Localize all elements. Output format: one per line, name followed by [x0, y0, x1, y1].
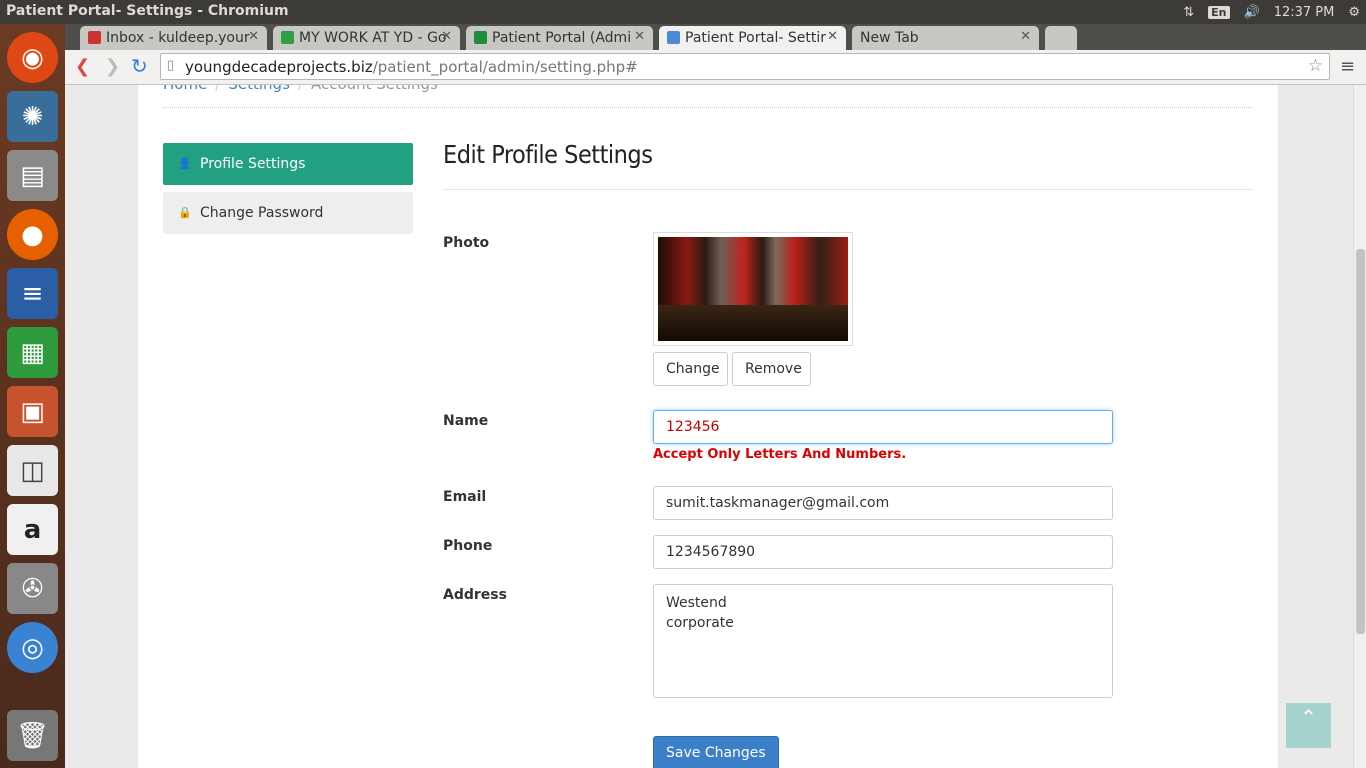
system-settings-icon[interactable]: ✇ — [7, 563, 58, 614]
remove-photo-button[interactable]: Remove — [732, 352, 811, 386]
scrollbar-thumb[interactable] — [1356, 249, 1365, 634]
trash-icon[interactable]: 🗑 — [7, 710, 58, 761]
calc-icon[interactable]: ▦ — [7, 327, 58, 378]
system-top-bar: Patient Portal- Settings - Chromium ⇅ En… — [0, 0, 1366, 24]
page-icon: ▯ — [167, 58, 175, 73]
sidebar-item-change-password[interactable]: 🔒 Change Password — [163, 192, 413, 234]
reload-icon[interactable]: ↻ — [131, 54, 148, 78]
tab-strip: Inbox - kuldeep.your ✕ MY WORK AT YD - Go… — [65, 24, 1366, 50]
new-tab-button[interactable] — [1045, 26, 1077, 50]
app-icon-1[interactable]: ✺ — [7, 91, 58, 142]
tab-inbox[interactable]: Inbox - kuldeep.your ✕ — [80, 26, 267, 50]
tab-new[interactable]: New Tab ✕ — [852, 26, 1039, 50]
firefox-icon[interactable]: ● — [7, 209, 58, 260]
close-icon[interactable]: ✕ — [634, 29, 645, 44]
address-textarea[interactable]: Westend corporate — [653, 584, 1113, 698]
gmail-icon — [88, 31, 101, 44]
drive-icon — [281, 31, 294, 44]
save-changes-button[interactable]: Save Changes — [653, 736, 779, 768]
browser-toolbar: ❮ ❯ ↻ ▯ youngdecadeprojects.biz/patient_… — [65, 50, 1366, 85]
sidebar-item-profile-settings[interactable]: 👤 Profile Settings — [163, 143, 413, 185]
amazon-icon[interactable]: a — [7, 504, 58, 555]
tab-admin[interactable]: Patient Portal (Admi ✕ — [466, 26, 653, 50]
software-center-icon[interactable]: ◫ — [7, 445, 58, 496]
change-photo-button[interactable]: Change — [653, 352, 728, 386]
close-icon[interactable]: ✕ — [827, 29, 838, 44]
phone-input[interactable]: 1234567890 — [653, 535, 1113, 569]
clock[interactable]: 12:37 PM — [1274, 5, 1335, 20]
keyboard-language[interactable]: En — [1208, 5, 1230, 19]
name-input[interactable]: 123456 — [653, 410, 1113, 444]
photo-label: Photo — [443, 235, 490, 251]
user-icon: 👤 — [178, 157, 192, 170]
name-error-message: Accept Only Letters And Numbers. — [653, 447, 907, 462]
scrollbar[interactable] — [1353, 85, 1366, 768]
file-manager-icon[interactable]: ▤ — [7, 150, 58, 201]
tab-drive[interactable]: MY WORK AT YD - Go ✕ — [273, 26, 460, 50]
close-icon[interactable]: ✕ — [248, 29, 259, 44]
close-icon[interactable]: ✕ — [441, 29, 452, 44]
lock-icon: 🔒 — [178, 206, 192, 219]
address-bar[interactable]: ▯ youngdecadeprojects.biz/patient_portal… — [160, 53, 1330, 80]
network-icon[interactable]: ⇅ — [1183, 5, 1194, 20]
divider — [443, 189, 1253, 190]
address-label: Address — [443, 587, 507, 603]
settings-panel: Home/Settings/Account Settings 👤 Profile… — [138, 85, 1278, 768]
page-title: Edit Profile Settings — [443, 140, 653, 169]
sheets-icon — [474, 31, 487, 44]
window-title: Patient Portal- Settings - Chromium — [6, 3, 289, 19]
email-input[interactable]: sumit.taskmanager@gmail.com — [653, 486, 1113, 520]
back-icon[interactable]: ❮ — [75, 56, 90, 77]
breadcrumb-home[interactable]: Home — [163, 85, 207, 93]
tab-settings[interactable]: Patient Portal- Settir ✕ — [659, 26, 846, 50]
star-icon[interactable]: ☆ — [1308, 56, 1323, 76]
divider — [163, 107, 1253, 108]
launcher: ◉ ✺ ▤ ● ≡ ▦ ▣ ◫ a ✇ ◎ 🗑 — [0, 24, 65, 768]
close-icon[interactable]: ✕ — [1020, 29, 1031, 44]
name-label: Name — [443, 413, 489, 429]
profile-photo — [653, 232, 853, 346]
settings-gear-icon[interactable]: ⚙ — [1348, 5, 1360, 20]
breadcrumb-current: Account Settings — [311, 85, 438, 93]
forward-icon[interactable]: ❯ — [105, 56, 120, 77]
portal-icon — [667, 31, 680, 44]
breadcrumb-settings[interactable]: Settings — [228, 85, 290, 93]
chromium-icon[interactable]: ◎ — [7, 622, 58, 673]
ubuntu-dash-icon[interactable]: ◉ — [7, 32, 58, 83]
volume-icon[interactable]: 🔊 — [1244, 5, 1260, 20]
menu-icon[interactable]: ≡ — [1340, 56, 1355, 77]
system-tray: ⇅ En 🔊 12:37 PM ⚙ — [1183, 0, 1360, 24]
email-label: Email — [443, 489, 487, 505]
page-content: Home/Settings/Account Settings 👤 Profile… — [65, 85, 1353, 768]
breadcrumb: Home/Settings/Account Settings — [163, 85, 438, 93]
phone-label: Phone — [443, 538, 493, 554]
scroll-to-top-button[interactable]: ⌃ — [1286, 703, 1331, 748]
writer-icon[interactable]: ≡ — [7, 268, 58, 319]
impress-icon[interactable]: ▣ — [7, 386, 58, 437]
